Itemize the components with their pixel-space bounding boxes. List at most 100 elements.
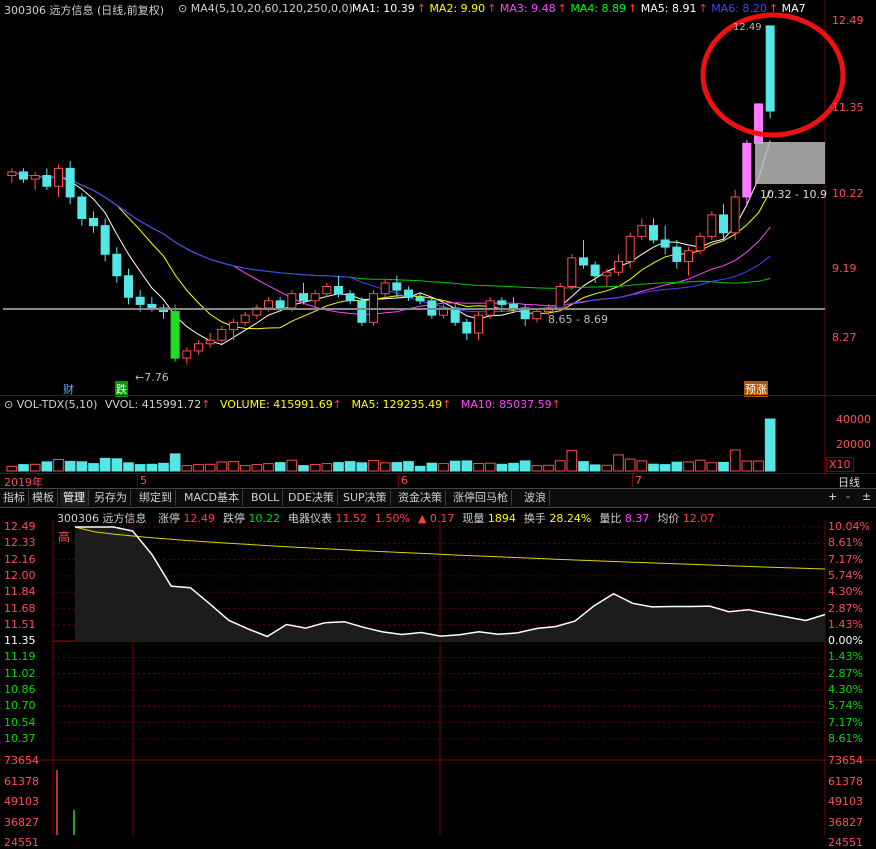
ma-indicator-label[interactable]: ⊙ MA4(5,10,20,60,120,250,0,0) <box>178 2 353 15</box>
candle <box>754 103 763 144</box>
volume-bar <box>694 459 706 472</box>
left-price-tick: 11.35 <box>4 634 36 648</box>
vol-tick-right: 24551 <box>828 836 863 849</box>
right-pct-tick: 5.74% <box>828 699 863 713</box>
candle <box>42 168 52 190</box>
kline-chart <box>3 0 846 395</box>
vol-unit: X10 <box>826 457 854 472</box>
tab-1[interactable]: 指标 <box>0 490 29 506</box>
right-pct-tick: 8.61% <box>828 536 863 550</box>
left-price-tick: 11.68 <box>4 601 36 615</box>
volume-chart <box>6 395 826 475</box>
right-pct-tick: 0.00% <box>828 634 863 648</box>
volume-bar <box>659 464 671 472</box>
candle <box>299 282 308 305</box>
vol-tick-left: 49103 <box>4 795 39 808</box>
volume-bar <box>134 464 146 472</box>
candle <box>660 225 670 255</box>
tab-3[interactable]: 管理 <box>60 490 89 506</box>
right-pct-tick: 4.30% <box>828 585 863 599</box>
vol-tick-left: 24551 <box>4 836 39 849</box>
left-price-tick: 12.00 <box>4 568 36 582</box>
vol-tick-right: 61378 <box>828 774 863 788</box>
volume-bar <box>41 461 53 472</box>
candle <box>637 218 647 240</box>
volume-bar <box>764 418 776 472</box>
right-pct-tick: 5.74% <box>828 568 863 582</box>
candle <box>252 304 262 319</box>
volume-bar <box>729 449 741 472</box>
volume-bar <box>578 461 589 472</box>
ytick: 9.19 <box>832 262 857 275</box>
tab-9[interactable]: SUP决策 <box>340 490 391 506</box>
vol-tick-left: 73654 <box>4 754 39 767</box>
volume-bar <box>239 465 251 472</box>
vol-tick-left: 36827 <box>4 815 39 829</box>
candle <box>474 311 483 341</box>
volume-bar <box>426 462 438 472</box>
candle <box>100 218 110 262</box>
candle <box>427 297 437 319</box>
candle <box>159 304 168 319</box>
zoom-out-button[interactable]: - <box>846 490 850 503</box>
volume-bar <box>298 465 309 472</box>
candle <box>30 171 40 190</box>
candle <box>89 211 98 233</box>
mid-annotation: 8.65 - 8.69 <box>548 313 608 326</box>
chart-title: 300306 远方信息 (日线,前复权) <box>4 4 165 17</box>
candle <box>695 232 705 255</box>
left-price-tick: 11.84 <box>4 585 36 599</box>
volume-bar <box>263 463 274 472</box>
tab-4[interactable]: 另存为 <box>91 490 131 506</box>
ma-value-3: MA3: 9.48 <box>499 2 556 15</box>
tab-5[interactable]: 绑定到 <box>136 490 176 506</box>
candle <box>170 304 180 362</box>
candle <box>205 333 215 348</box>
zoom-toggle-button[interactable]: ± <box>862 490 871 503</box>
candle <box>112 247 122 283</box>
tab-12[interactable]: 波浪 <box>521 490 550 506</box>
candle <box>485 297 495 319</box>
volume-bar <box>508 462 519 472</box>
left-price-tick: 12.16 <box>4 552 36 566</box>
tab-6[interactable]: MACD基本 <box>181 490 243 506</box>
tab-2[interactable]: 模板 <box>29 490 58 506</box>
tab-11[interactable]: 涨停回马枪 <box>450 490 512 506</box>
volume-bar <box>193 464 204 472</box>
candle <box>369 290 378 326</box>
left-price-tick: 11.02 <box>4 666 36 680</box>
left-price-tick: 12.33 <box>4 536 36 550</box>
volume-bar <box>18 464 29 472</box>
month-label: 5 <box>137 474 147 487</box>
volume-bar <box>391 462 403 472</box>
ma-line <box>11 171 771 330</box>
right-pct-tick: 2.87% <box>828 601 863 615</box>
left-price-tick: 10.70 <box>4 699 36 713</box>
ma-value-4: MA4: 8.89 <box>570 2 627 15</box>
candle <box>614 254 623 276</box>
volume-bar <box>613 454 624 472</box>
candle <box>65 161 75 205</box>
volume-bar <box>496 463 508 472</box>
avg-price-line <box>74 526 826 570</box>
tab-10[interactable]: 资金决策 <box>395 490 446 506</box>
zoom-in-button[interactable]: + <box>828 490 837 503</box>
right-pct-tick: 10.04% <box>828 520 870 533</box>
right-pct-tick: 2.87% <box>828 666 863 680</box>
volume-bar <box>473 463 484 472</box>
volume-bar <box>309 464 321 472</box>
tab-8[interactable]: DDE决策 <box>285 490 338 506</box>
candle <box>555 282 565 312</box>
volume-bar <box>29 463 41 472</box>
ytick: 10.22 <box>832 187 864 200</box>
volume-bar <box>554 460 566 472</box>
vol-ytick: 20000 <box>836 438 871 451</box>
volume-bar <box>379 462 391 472</box>
volume-bar <box>321 463 333 472</box>
candle <box>649 218 658 244</box>
tab-7[interactable]: BOLL <box>248 490 284 506</box>
candle <box>590 261 600 283</box>
volume-bar <box>414 465 426 472</box>
volume-bar <box>333 462 344 472</box>
volume-bar <box>251 464 263 472</box>
